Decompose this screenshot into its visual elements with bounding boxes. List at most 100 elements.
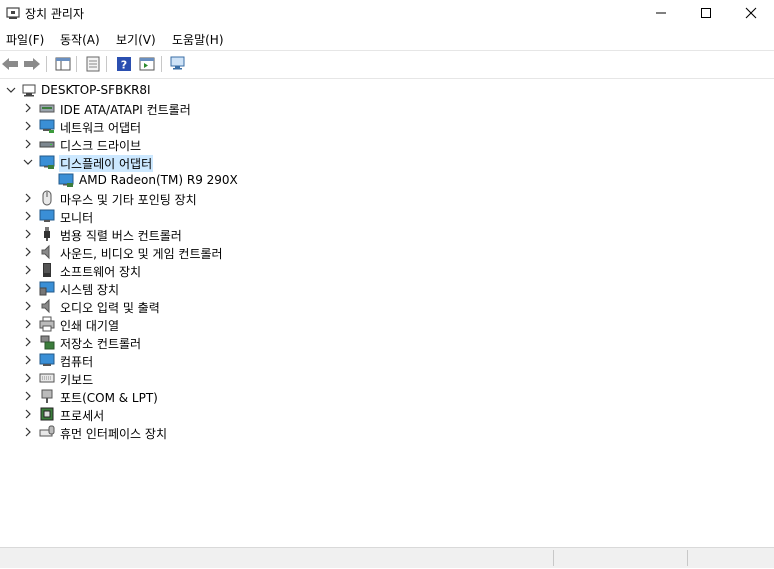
chevron-right-icon[interactable] <box>21 425 35 439</box>
scan-hardware-icon <box>170 56 185 70</box>
chevron-down-icon[interactable] <box>21 155 35 169</box>
toolbar-divider <box>0 78 774 79</box>
tree-root[interactable]: DESKTOP-SFBKR8I <box>0 81 774 99</box>
ide-controller-icon <box>39 104 55 113</box>
chevron-right-icon[interactable] <box>21 407 35 421</box>
chevron-right-icon[interactable] <box>21 371 35 385</box>
window-title: 장치 관리자 <box>25 7 85 21</box>
disk-drive-icon <box>39 141 55 148</box>
properties-button[interactable] <box>83 54 103 74</box>
chevron-right-icon[interactable] <box>21 299 35 313</box>
tree-node-label: 소프트웨어 장치 <box>60 265 142 279</box>
keyboard-icon <box>39 373 55 383</box>
toolbar-separator <box>46 56 47 72</box>
forward-button[interactable] <box>22 54 42 74</box>
tree-node-label: 휴먼 인터페이스 장치 <box>60 427 167 441</box>
tree-child-gpu[interactable]: AMD Radeon(TM) R9 290X <box>0 171 774 189</box>
title-bar: 장치 관리자 <box>0 0 774 26</box>
chevron-right-icon[interactable] <box>21 389 35 403</box>
tree-node-sound[interactable]: 사운드, 비디오 및 게임 컨트롤러 <box>0 243 774 261</box>
forward-arrow-icon <box>24 58 40 70</box>
show-hide-console-tree-icon <box>55 57 71 71</box>
tree-node-label: 디스크 드라이브 <box>60 139 142 153</box>
chevron-right-icon[interactable] <box>21 209 35 223</box>
tree-node-system[interactable]: 시스템 장치 <box>0 279 774 297</box>
tree-node-disk[interactable]: 디스크 드라이브 <box>0 135 774 153</box>
chevron-right-icon[interactable] <box>21 119 35 133</box>
status-bar <box>0 547 774 568</box>
tree-node-monitor[interactable]: 모니터 <box>0 207 774 225</box>
tree-node-software[interactable]: 소프트웨어 장치 <box>0 261 774 279</box>
chevron-right-icon[interactable] <box>21 335 35 349</box>
tree-node-label: 사운드, 비디오 및 게임 컨트롤러 <box>60 247 223 261</box>
menu-help[interactable]: 도움말(H) <box>172 30 224 49</box>
toolbar-separator <box>161 56 162 72</box>
maximize-button[interactable] <box>683 0 729 26</box>
status-separator <box>553 550 554 566</box>
device-manager-app-icon <box>6 7 20 19</box>
svg-text:?: ? <box>121 59 127 72</box>
tree-node-label: 포트(COM & LPT) <box>60 391 158 405</box>
scan-hardware-button[interactable] <box>168 54 188 74</box>
tree-node-hid[interactable]: 휴먼 인터페이스 장치 <box>0 423 774 441</box>
tree-node-label: 오디오 입력 및 출력 <box>60 301 160 315</box>
display-adapter-icon <box>39 155 55 169</box>
help-icon: ? <box>117 57 131 72</box>
tree-node-label: 마우스 및 기타 포인팅 장치 <box>60 193 197 207</box>
chevron-right-icon[interactable] <box>21 227 35 241</box>
chevron-right-icon[interactable] <box>21 245 35 259</box>
tree-node-label: 프로세서 <box>60 409 105 423</box>
tree-node-print-queue[interactable]: 인쇄 대기열 <box>0 315 774 333</box>
minimize-icon <box>656 12 666 14</box>
view-button[interactable] <box>137 54 157 74</box>
network-adapter-icon <box>39 119 55 133</box>
tree-node-usb[interactable]: 범용 직렬 버스 컨트롤러 <box>0 225 774 243</box>
chevron-down-icon[interactable] <box>4 83 18 97</box>
menu-file[interactable]: 파일(F) <box>6 30 44 49</box>
chevron-right-icon[interactable] <box>21 353 35 367</box>
console-tree-button[interactable] <box>53 54 73 74</box>
storage-controller-icon <box>40 335 55 350</box>
back-button[interactable] <box>0 54 20 74</box>
tree-node-ports[interactable]: 포트(COM & LPT) <box>0 387 774 405</box>
port-icon <box>41 389 53 403</box>
tree-node-audio-io[interactable]: 오디오 입력 및 출력 <box>0 297 774 315</box>
chevron-right-icon[interactable] <box>21 191 35 205</box>
tree-node-label: 키보드 <box>60 373 94 387</box>
menu-action[interactable]: 동작(A) <box>60 30 100 49</box>
software-device-icon <box>43 263 51 277</box>
tree-root-label: DESKTOP-SFBKR8I <box>41 83 151 97</box>
chevron-right-icon[interactable] <box>21 137 35 151</box>
mouse-icon <box>42 190 52 206</box>
status-separator <box>687 550 688 566</box>
minimize-button[interactable] <box>638 0 684 26</box>
toolbar-separator <box>76 56 77 72</box>
tree-node-ide[interactable]: IDE ATA/ATAPI 컨트롤러 <box>0 99 774 117</box>
tree-node-display[interactable]: 디스플레이 어댑터 <box>0 153 774 172</box>
tree-node-storage[interactable]: 저장소 컨트롤러 <box>0 333 774 351</box>
help-button[interactable]: ? <box>114 54 134 74</box>
tree-node-label: 네트워크 어댑터 <box>60 121 142 135</box>
system-device-icon <box>39 281 55 296</box>
maximize-icon <box>701 8 711 18</box>
chevron-right-icon[interactable] <box>21 263 35 277</box>
tree-node-label: 범용 직렬 버스 컨트롤러 <box>60 229 182 243</box>
back-arrow-icon <box>2 58 18 70</box>
tree-node-mouse[interactable]: 마우스 및 기타 포인팅 장치 <box>0 189 774 207</box>
chevron-right-icon[interactable] <box>21 101 35 115</box>
tree-node-network[interactable]: 네트워크 어댑터 <box>0 117 774 135</box>
close-button[interactable] <box>728 0 774 26</box>
tree-node-label: IDE ATA/ATAPI 컨트롤러 <box>60 103 191 117</box>
chevron-right-icon[interactable] <box>21 317 35 331</box>
tree-node-label: 시스템 장치 <box>60 283 120 297</box>
tree-node-label: 모니터 <box>60 211 94 225</box>
chevron-right-icon[interactable] <box>21 281 35 295</box>
tree-child-label: AMD Radeon(TM) R9 290X <box>79 173 238 187</box>
menu-view[interactable]: 보기(V) <box>116 30 156 49</box>
tree-node-label-selected: 디스플레이 어댑터 <box>59 155 154 172</box>
hid-icon <box>39 425 55 437</box>
tree-node-keyboard[interactable]: 키보드 <box>0 369 774 387</box>
tree-node-computer[interactable]: 컴퓨터 <box>0 351 774 369</box>
tree-node-processor[interactable]: 프로세서 <box>0 405 774 423</box>
toolbar-separator <box>106 56 107 72</box>
